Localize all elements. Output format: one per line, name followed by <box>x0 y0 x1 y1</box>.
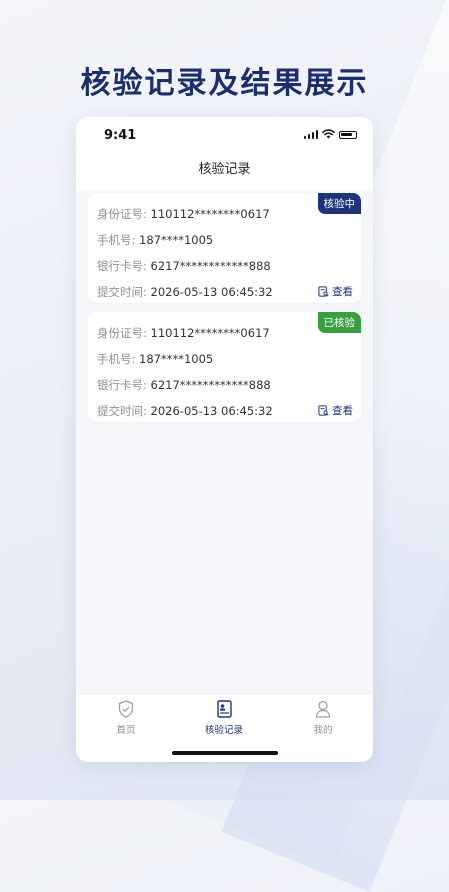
phone-row: 手机号: 187****1005 <box>97 232 213 248</box>
status-bar: 9:41 <box>76 117 373 153</box>
phone-label: 手机号: <box>97 352 136 366</box>
status-time: 9:41 <box>104 128 137 143</box>
submit-time-value: 2026-05-13 06:45:32 <box>150 285 273 299</box>
id-number-row: 身份证号: 110112********0617 <box>97 206 270 222</box>
status-badge: 已核验 <box>317 312 361 333</box>
phone-screen: 9:41 核验记录 核验中 身份证号: 110112********0617 手… <box>76 117 373 762</box>
bank-card-label: 银行卡号: <box>97 259 147 273</box>
id-number-label: 身份证号: <box>97 326 147 340</box>
signal-icon <box>303 129 318 139</box>
page-title: 核验记录 <box>198 162 251 177</box>
status-icons <box>303 129 357 139</box>
bank-card-label: 银行卡号: <box>97 378 147 392</box>
view-button[interactable]: 查看 <box>318 403 353 418</box>
wifi-icon <box>322 129 335 139</box>
phone-value: 187****1005 <box>139 352 214 366</box>
id-number-row: 身份证号: 110112********0617 <box>97 325 270 341</box>
bank-card-row: 银行卡号: 6217************888 <box>97 377 271 393</box>
tab-records[interactable]: 核验记录 <box>184 700 264 736</box>
submit-time-row: 提交时间: 2026-05-13 06:45:32 <box>97 403 273 419</box>
bank-card-value: 6217************888 <box>150 259 271 273</box>
id-number-label: 身份证号: <box>97 207 147 221</box>
status-badge: 核验中 <box>317 193 361 214</box>
id-card-icon <box>216 700 232 718</box>
submit-time-label: 提交时间: <box>97 404 147 418</box>
promo-title: 核验记录及结果展示 <box>80 66 369 101</box>
tab-home[interactable]: 首页 <box>86 700 166 736</box>
nav-bar: 核验记录 <box>76 153 373 191</box>
shield-check-icon <box>118 700 134 718</box>
bank-card-value: 6217************888 <box>150 378 271 392</box>
battery-icon <box>339 131 357 139</box>
document-search-icon <box>318 286 329 297</box>
tab-mine-label: 我的 <box>313 725 333 736</box>
tab-home-label: 首页 <box>116 725 136 736</box>
tab-mine[interactable]: 我的 <box>283 700 363 736</box>
submit-time-value: 2026-05-13 06:45:32 <box>150 404 273 418</box>
view-label: 查看 <box>332 405 353 417</box>
view-button[interactable]: 查看 <box>318 284 353 299</box>
phone-row: 手机号: 187****1005 <box>97 351 213 367</box>
submit-time-row: 提交时间: 2026-05-13 06:45:32 <box>97 284 273 300</box>
phone-label: 手机号: <box>97 233 136 247</box>
document-search-icon <box>318 405 329 416</box>
phone-value: 187****1005 <box>139 233 214 247</box>
home-indicator <box>172 751 278 755</box>
tab-records-label: 核验记录 <box>204 725 243 736</box>
bank-card-row: 银行卡号: 6217************888 <box>97 258 271 274</box>
id-number-value: 110112********0617 <box>150 326 270 340</box>
record-card[interactable]: 核验中 身份证号: 110112********0617 手机号: 187***… <box>88 193 361 303</box>
tab-bar: 首页 核验记录 我的 <box>76 693 373 762</box>
record-card[interactable]: 已核验 身份证号: 110112********0617 手机号: 187***… <box>88 312 361 422</box>
id-number-value: 110112********0617 <box>150 207 270 221</box>
submit-time-label: 提交时间: <box>97 285 147 299</box>
view-label: 查看 <box>332 286 353 298</box>
user-icon <box>315 700 331 718</box>
